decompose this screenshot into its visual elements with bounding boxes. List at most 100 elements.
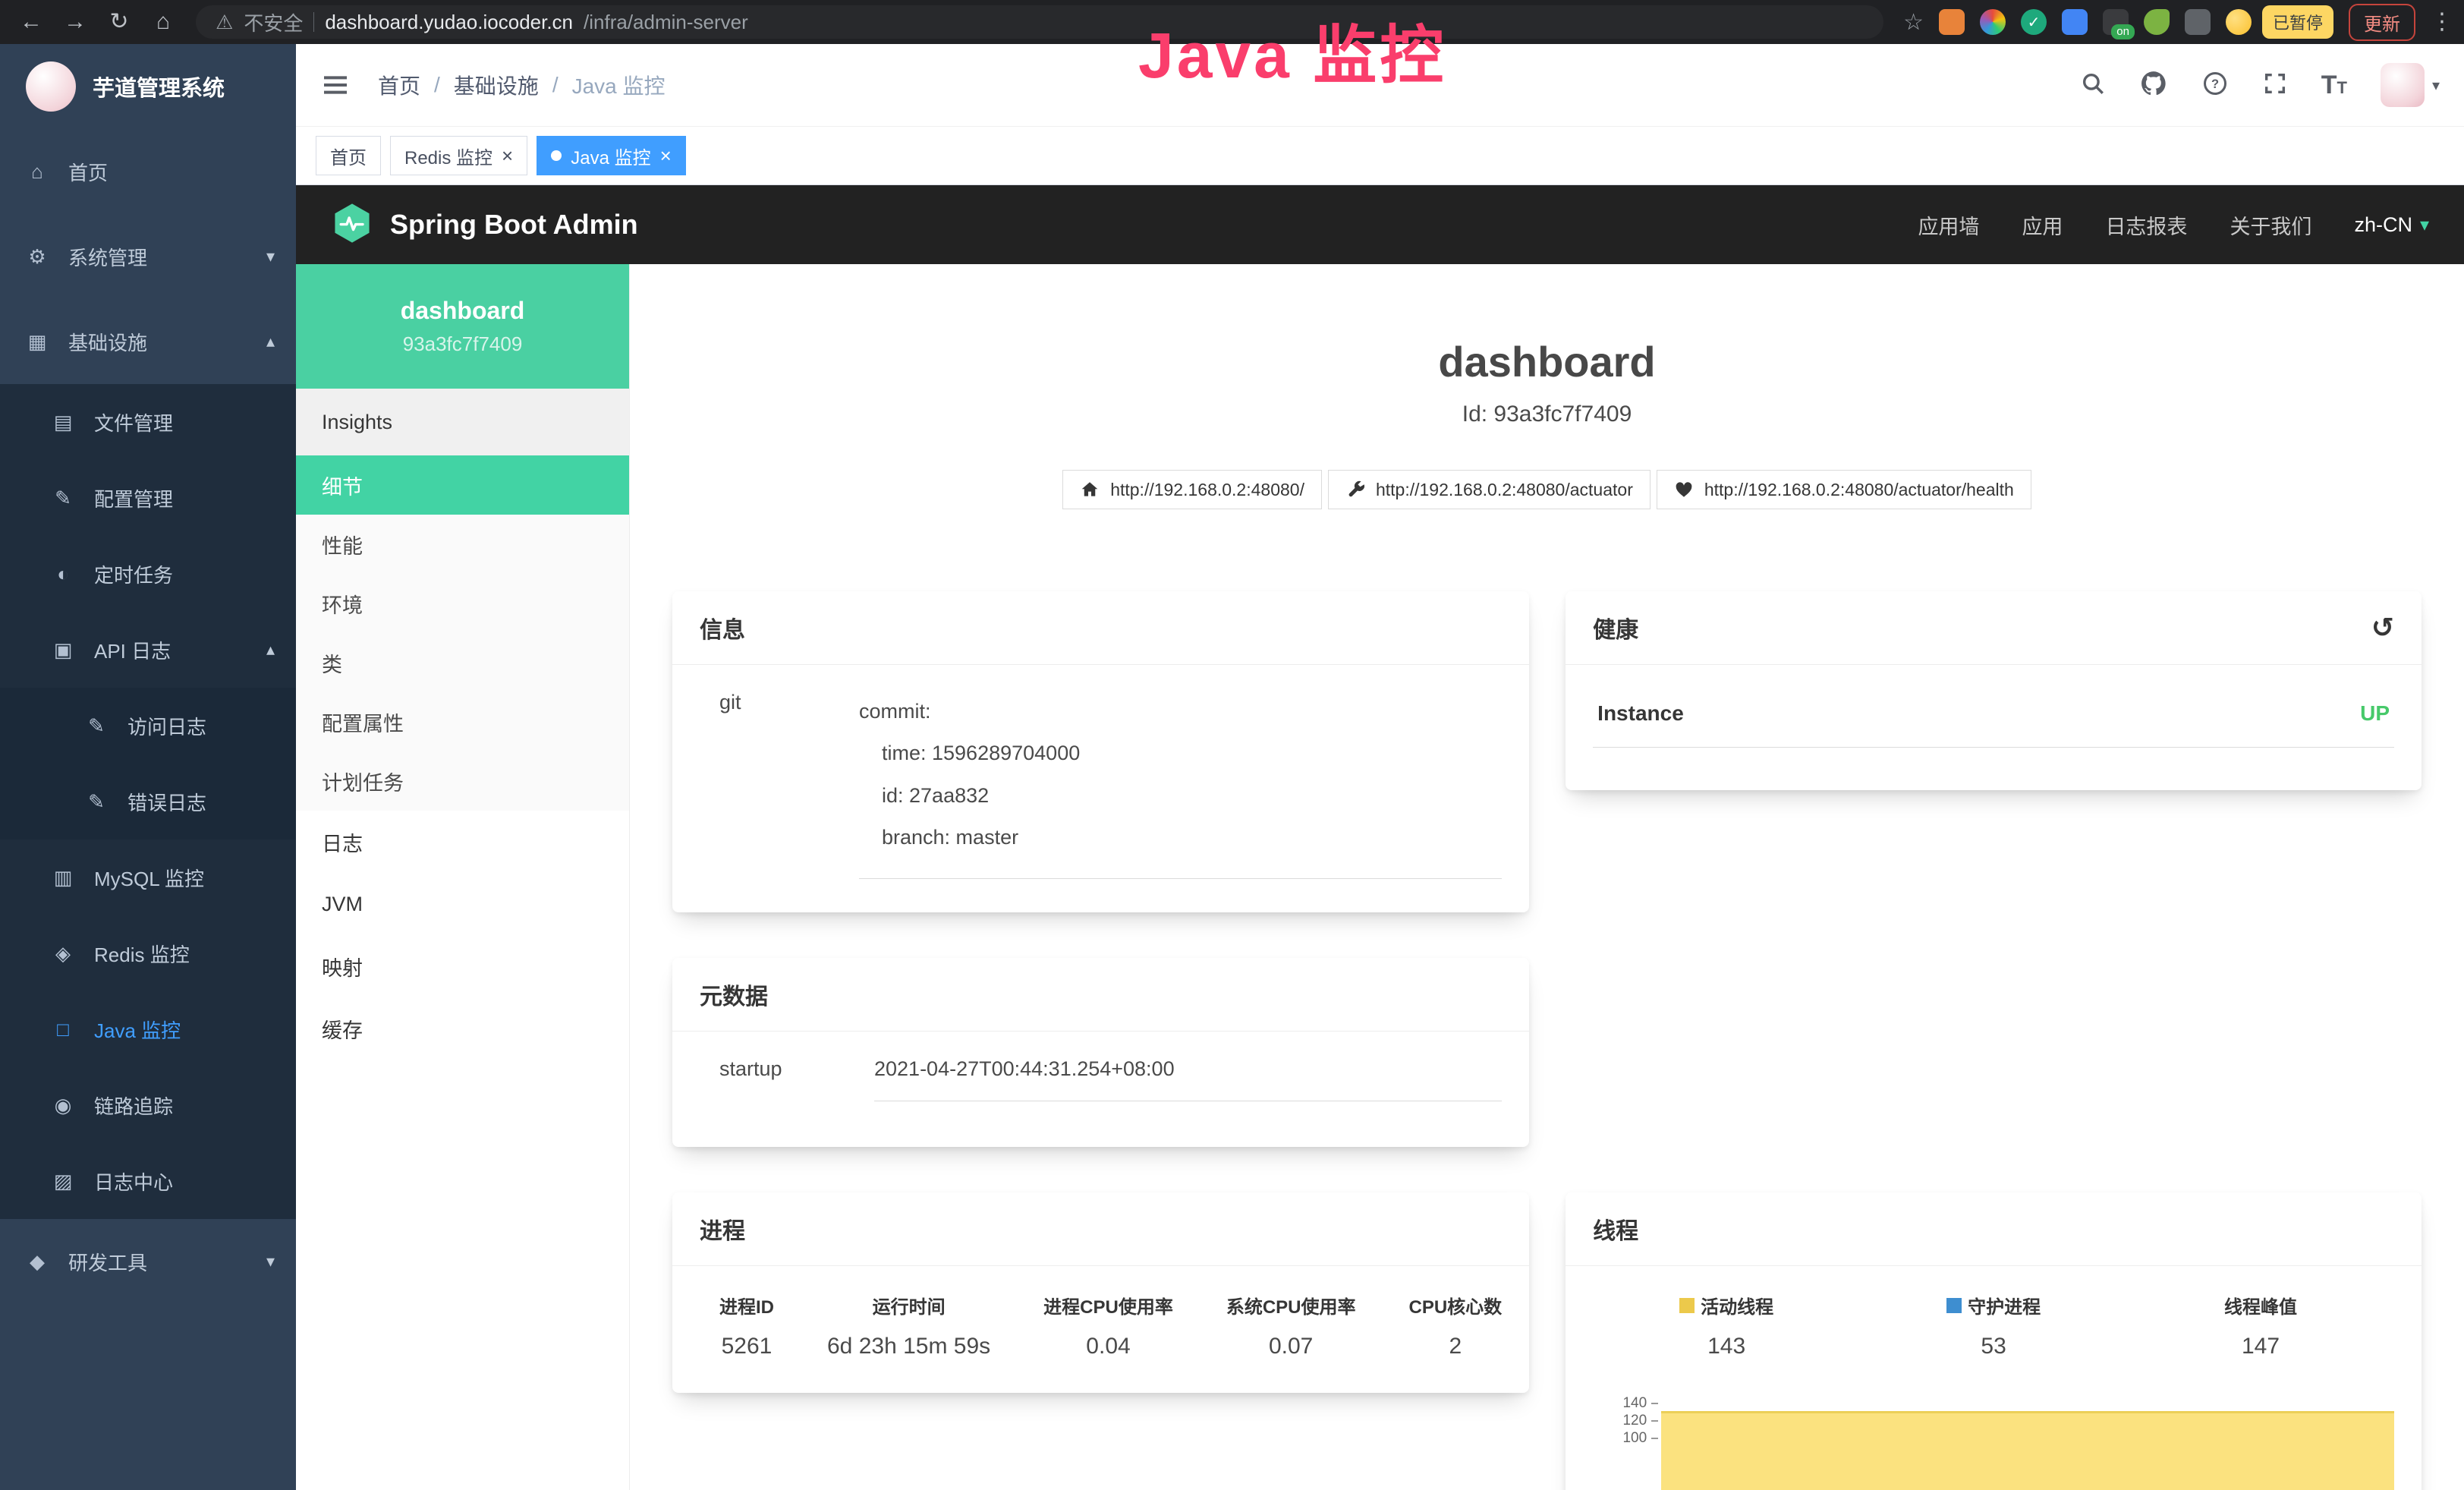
- sba-menu-item[interactable]: Insights: [296, 389, 629, 455]
- reload-icon[interactable]: ↻: [99, 0, 140, 44]
- sba-menu-item[interactable]: 环境: [296, 574, 629, 633]
- view-tab[interactable]: Java 监控 ×: [537, 136, 686, 175]
- instance-link[interactable]: http://192.168.0.2:48080/: [1062, 470, 1322, 509]
- locale-selector[interactable]: zh-CN ▾: [2354, 213, 2429, 237]
- close-icon[interactable]: ×: [502, 146, 513, 165]
- info-value-line: id: 27aa832: [859, 775, 1502, 817]
- axis-tick-label: 120: [1622, 1413, 1647, 1429]
- threads-card-body: 活动线程 143 守护进程 53: [1566, 1266, 2422, 1490]
- paused-badge: 已暂停: [2262, 5, 2333, 39]
- search-icon[interactable]: [2080, 71, 2106, 100]
- back-icon[interactable]: ←: [11, 0, 52, 44]
- process-card: 进程 进程ID 5261 运行时间 6d 23h: [672, 1192, 1529, 1393]
- sidebar-item[interactable]: □ Java 监控: [0, 991, 296, 1067]
- sidebar-item-label: 文件管理: [94, 408, 173, 436]
- metadata-card-body: startup 2021-04-27T00:44:31.254+08:00: [672, 1032, 1529, 1147]
- instance-link[interactable]: http://192.168.0.2:48080/actuator: [1328, 470, 1651, 509]
- update-button[interactable]: 更新: [2349, 4, 2415, 41]
- sidebar-item[interactable]: ◐ 定时任务: [0, 536, 296, 612]
- sidebar-item-icon: ◈: [49, 942, 77, 966]
- sba-sidebar: dashboard 93a3fc7f7409 Insights 细节 性能 环境…: [296, 264, 630, 1490]
- sidebar-item[interactable]: ⌂ 首页: [0, 129, 296, 214]
- sidebar-item[interactable]: ▣ API 日志 ▴: [0, 612, 296, 688]
- sidebar-item[interactable]: ✎ 错误日志: [0, 764, 296, 840]
- health-row: Instance UP: [1593, 701, 2394, 748]
- font-size-icon[interactable]: TT: [2321, 71, 2347, 100]
- chevron-icon: ▴: [266, 332, 275, 351]
- instance-id-short: 93a3fc7f7409: [403, 332, 523, 356]
- sidebar-item-label: 链路追踪: [94, 1092, 173, 1120]
- sidebar-item[interactable]: ✎ 配置管理: [0, 460, 296, 536]
- sba-nav-item[interactable]: 关于我们: [2230, 210, 2311, 240]
- sba-menu-item-label: 配置属性: [322, 707, 404, 737]
- sba-menu-item[interactable]: 细节: [296, 455, 629, 515]
- hamburger-icon[interactable]: [320, 70, 351, 100]
- fullscreen-icon[interactable]: [2262, 71, 2288, 100]
- history-icon[interactable]: ↺: [2371, 612, 2394, 644]
- sba-menu-item-label: Insights: [322, 411, 392, 434]
- sidebar-item[interactable]: ◉ 链路追踪: [0, 1067, 296, 1143]
- legend-value: 143: [1593, 1334, 1860, 1359]
- sidebar-item[interactable]: ◆ 研发工具 ▾: [0, 1219, 296, 1304]
- sba-menu-item[interactable]: 性能: [296, 515, 629, 574]
- github-icon[interactable]: [2139, 69, 2168, 102]
- sba-menu-item[interactable]: 映射: [296, 935, 629, 997]
- sidebar-item-label: 研发工具: [68, 1248, 147, 1276]
- menu-kebab-icon[interactable]: ⋮: [2431, 0, 2453, 44]
- address-bar[interactable]: ⚠ 不安全 dashboard.yudao.iocoder.cn/infra/a…: [196, 5, 1883, 39]
- threads-card-header: 线程: [1566, 1192, 2422, 1266]
- process-metric: 进程ID 5261: [719, 1292, 774, 1359]
- instance-header[interactable]: dashboard 93a3fc7f7409: [296, 264, 629, 389]
- spring-boot-admin-logo: [331, 202, 373, 248]
- sba-nav-item[interactable]: 应用墙: [1918, 210, 1979, 240]
- sidebar-item-label: 访问日志: [127, 712, 206, 740]
- leaf-extension-icon[interactable]: [2144, 9, 2170, 35]
- colorful-extension-icon[interactable]: [1980, 9, 2006, 35]
- switch-extension-icon[interactable]: on: [2103, 9, 2129, 35]
- sidebar-item[interactable]: ▤ 文件管理: [0, 384, 296, 460]
- threads-card: 线程 活动线程 143: [1566, 1192, 2422, 1490]
- emoji-extension-icon[interactable]: [2226, 9, 2252, 35]
- view-tab[interactable]: Redis 监控 ×: [390, 136, 527, 175]
- breadcrumb-home[interactable]: 首页: [378, 70, 420, 100]
- sba-menu-item-label: 性能: [322, 530, 363, 559]
- process-metric: 运行时间 6d 23h 15m 59s: [827, 1292, 990, 1359]
- sba-brand[interactable]: Spring Boot Admin: [331, 202, 638, 248]
- health-card-header: 健康 ↺: [1566, 591, 2422, 665]
- sba-nav-item[interactable]: 日志报表: [2105, 210, 2187, 240]
- sba-menu-item[interactable]: JVM: [296, 873, 629, 935]
- status-badge: UP: [2360, 701, 2390, 726]
- check-extension-icon[interactable]: ✓: [2021, 9, 2047, 35]
- forward-icon[interactable]: →: [55, 0, 96, 44]
- close-icon[interactable]: ×: [660, 146, 672, 165]
- process-metric: 进程CPU使用率 0.04: [1043, 1292, 1173, 1359]
- bookmark-star-icon[interactable]: ☆: [1903, 9, 1924, 36]
- sba-menu-item-label: 缓存: [322, 1014, 363, 1044]
- puzzle-extension-icon[interactable]: [2185, 9, 2211, 35]
- sidebar-item[interactable]: ⚙ 系统管理 ▾: [0, 214, 296, 299]
- sba-brand-title: Spring Boot Admin: [390, 209, 638, 241]
- help-icon[interactable]: ?: [2201, 70, 2229, 101]
- breadcrumb-infra[interactable]: 基础设施: [454, 70, 539, 100]
- sidebar-item[interactable]: ▦ 基础设施 ▴: [0, 299, 296, 384]
- user-menu[interactable]: ▾: [2381, 63, 2440, 107]
- app-logo[interactable]: 芋道管理系统: [0, 44, 296, 129]
- sidebar-item[interactable]: ◈ Redis 监控: [0, 915, 296, 991]
- sba-nav-item[interactable]: 应用: [2022, 210, 2063, 240]
- fox-extension-icon[interactable]: [1939, 9, 1965, 35]
- metadata-card-header: 元数据: [672, 958, 1529, 1032]
- sidebar-item[interactable]: ▥ MySQL 监控: [0, 840, 296, 915]
- sba-menu-item[interactable]: 计划任务: [296, 751, 629, 811]
- sidebar-item[interactable]: ✎ 访问日志: [0, 688, 296, 764]
- browser-home-icon[interactable]: ⌂: [143, 0, 184, 44]
- sidebar-item[interactable]: ▨ 日志中心: [0, 1143, 296, 1219]
- sba-menu-item[interactable]: 日志: [296, 811, 629, 873]
- sba-menu-item[interactable]: 配置属性: [296, 692, 629, 751]
- health-card-title: 健康: [1593, 611, 1638, 644]
- sba-menu-item[interactable]: 缓存: [296, 997, 629, 1060]
- grid-extension-icon[interactable]: [2062, 9, 2088, 35]
- instance-link[interactable]: http://192.168.0.2:48080/actuator/health: [1657, 470, 2031, 509]
- sba-menu-item[interactable]: 类: [296, 633, 629, 692]
- met adata-row: startup 2021-04-27T00:44:31.254+08:00: [700, 1057, 1502, 1101]
- view-tab[interactable]: 首页: [316, 136, 381, 175]
